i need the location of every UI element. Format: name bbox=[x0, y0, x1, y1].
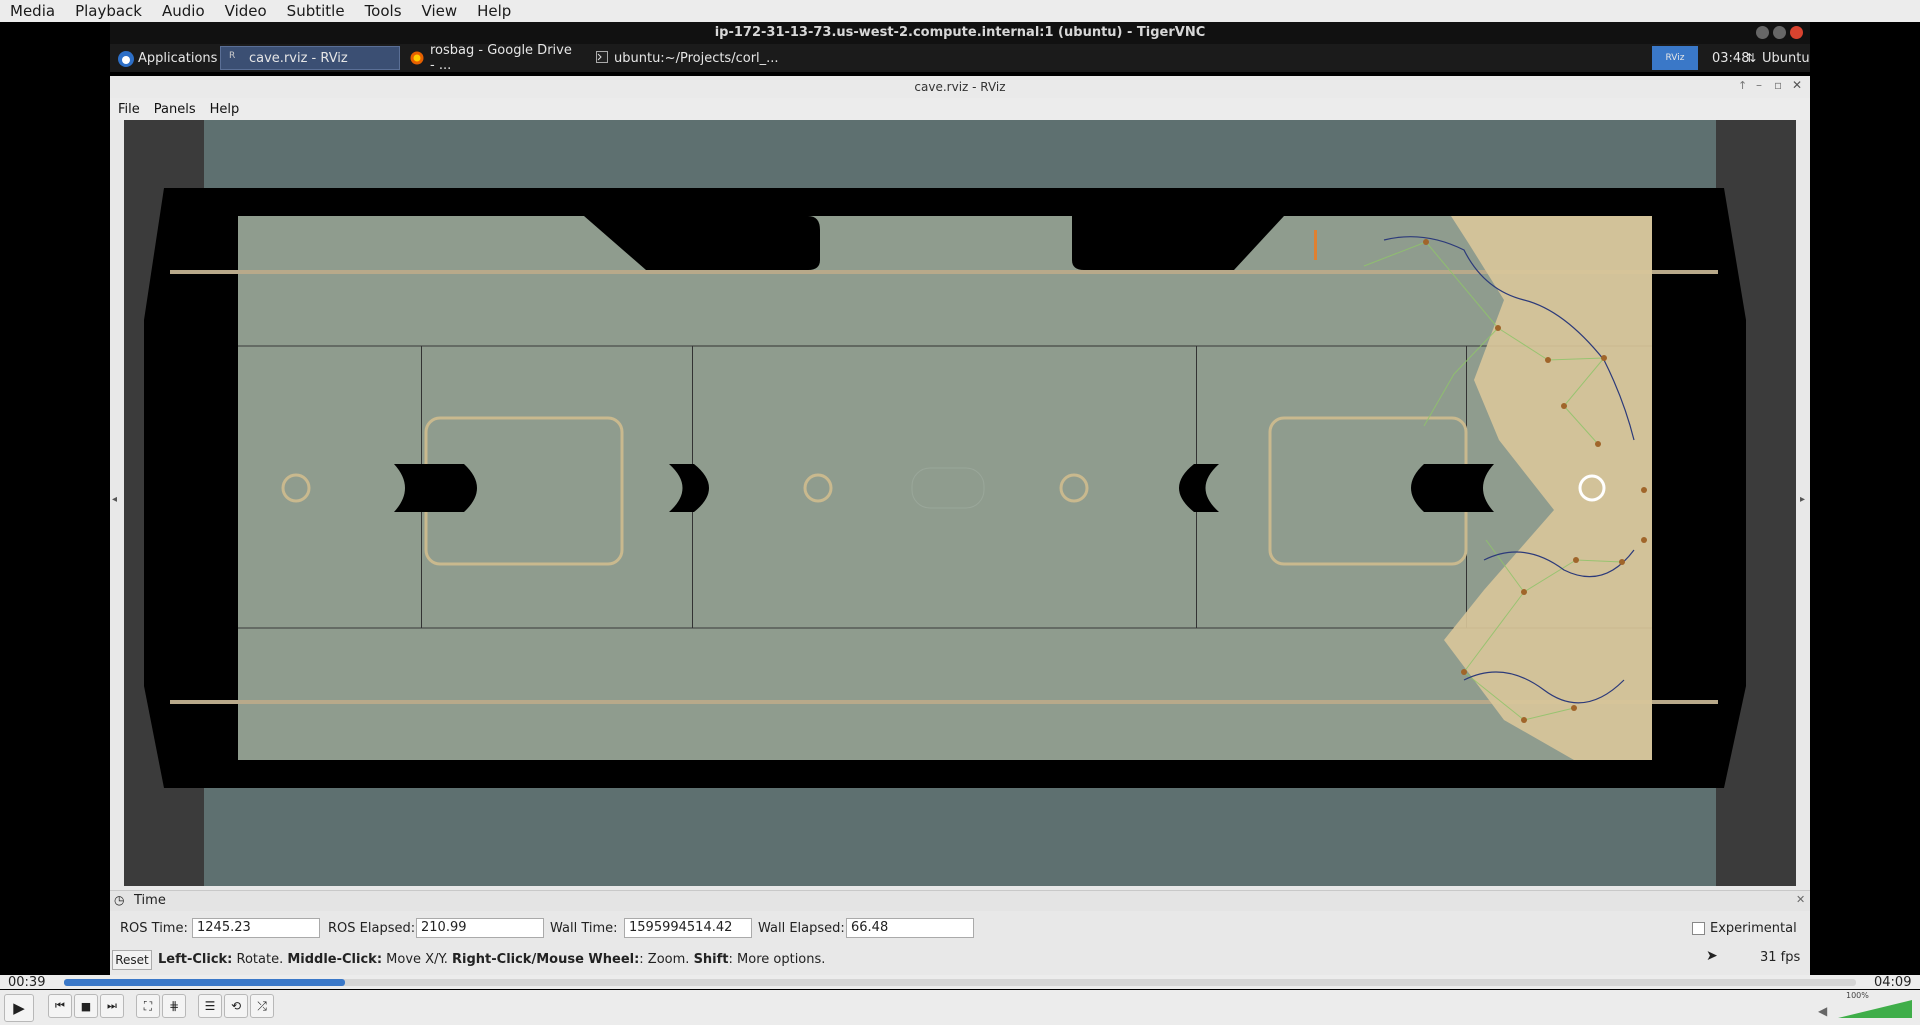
experimental-checkbox[interactable] bbox=[1692, 922, 1705, 935]
close-icon[interactable] bbox=[1790, 26, 1803, 39]
user-menu[interactable]: Ubuntu bbox=[1758, 46, 1814, 70]
taskbar-item-label: ubuntu:~/Projects/corl_... bbox=[614, 50, 779, 66]
status-bar: Reset Left-Click: Rotate. Middle-Click: … bbox=[110, 948, 1810, 972]
playlist-icon: ☰ bbox=[204, 999, 216, 1013]
rviz-menu-panels[interactable]: Panels bbox=[146, 102, 202, 117]
total-time: 04:09 bbox=[1874, 975, 1912, 990]
desktop-panel: Applications R cave.rviz - RViz rosbag -… bbox=[110, 43, 1810, 73]
shuffle-icon: ⤮ bbox=[257, 998, 267, 1013]
fps-readout: 31 fps bbox=[1760, 950, 1801, 965]
rviz-titlebar: cave.rviz - RViz ↑ – ▫ ✕ bbox=[110, 76, 1810, 99]
vlc-menu-help[interactable]: Help bbox=[467, 2, 521, 20]
render-viewport[interactable] bbox=[124, 120, 1796, 886]
mouse-cursor-icon: ➤ bbox=[1706, 948, 1718, 964]
rviz-menu-bar: File Panels Help bbox=[110, 98, 1810, 120]
volume-wedge bbox=[1838, 1000, 1912, 1018]
seek-bar[interactable] bbox=[64, 979, 1856, 986]
shuffle-button[interactable]: ⤮ bbox=[250, 994, 274, 1018]
rviz-menu-file[interactable]: File bbox=[110, 102, 146, 117]
close-icon[interactable]: ✕ bbox=[1792, 78, 1802, 92]
clock[interactable]: 03:48 bbox=[1704, 46, 1750, 70]
terminal-icon bbox=[596, 51, 608, 65]
navigation-hint: Left-Click: Rotate. Middle-Click: Move X… bbox=[158, 952, 826, 967]
wall-time-field[interactable]: 1595994514.42 bbox=[624, 918, 752, 938]
ros-time-label: ROS Time: bbox=[120, 921, 188, 936]
fullscreen-icon: ⛶ bbox=[143, 998, 153, 1013]
rviz-tray-badge[interactable]: RViz bbox=[1652, 46, 1698, 70]
vnc-titlebar: ip-172-31-13-73.us-west-2.compute.intern… bbox=[110, 22, 1810, 44]
xfce-logo-icon bbox=[118, 51, 134, 67]
applications-menu[interactable]: Applications bbox=[110, 46, 220, 70]
clock-icon: ◷ bbox=[114, 893, 125, 907]
time-fields-row: ROS Time: 1245.23 ROS Elapsed: 210.99 Wa… bbox=[110, 914, 1810, 942]
right-dock-arrow-icon[interactable]: ▸ bbox=[1800, 494, 1805, 505]
vlc-menu-bar: Media Playback Audio Video Subtitle Tool… bbox=[0, 0, 1920, 23]
previous-button[interactable]: ⏮ bbox=[48, 994, 72, 1018]
volume-label: 100% bbox=[1846, 991, 1869, 1000]
vlc-seek-area: 00:39 04:09 bbox=[0, 975, 1920, 990]
taskbar-item-terminal[interactable]: ubuntu:~/Projects/corl_... bbox=[588, 46, 779, 70]
taskbar-item-firefox[interactable]: rosbag - Google Drive - ... bbox=[402, 43, 587, 73]
current-time: 00:39 bbox=[8, 975, 46, 990]
ros-elapsed-label: ROS Elapsed: bbox=[328, 921, 416, 936]
minimize-icon[interactable] bbox=[1756, 26, 1769, 39]
rviz-icon: R bbox=[229, 51, 236, 61]
wall-elapsed-field[interactable]: 66.48 bbox=[846, 918, 974, 938]
vnc-window-title: ip-172-31-13-73.us-west-2.compute.intern… bbox=[714, 25, 1206, 40]
rviz-window-title: cave.rviz - RViz bbox=[914, 80, 1006, 94]
time-panel-title: Time bbox=[134, 893, 166, 908]
vlc-menu-media[interactable]: Media bbox=[0, 2, 65, 20]
maximize-icon[interactable] bbox=[1773, 26, 1786, 39]
vlc-menu-playback[interactable]: Playback bbox=[65, 2, 152, 20]
maximize-icon[interactable]: ▫ bbox=[1774, 78, 1782, 92]
loop-button[interactable]: ⟲ bbox=[224, 994, 248, 1018]
next-icon: ⏭ bbox=[107, 999, 117, 1012]
minimize-icon[interactable]: – bbox=[1756, 78, 1762, 92]
stop-icon: ■ bbox=[80, 999, 92, 1013]
user-name: Ubuntu bbox=[1762, 50, 1810, 66]
vlc-control-bar: ▶ ⏮ ■ ⏭ ⛶ ⋕ ☰ ⟲ ⤮ ◀ 100% bbox=[0, 990, 1920, 1025]
taskbar-item-rviz[interactable]: R cave.rviz - RViz bbox=[220, 46, 400, 70]
previous-icon: ⏮ bbox=[55, 999, 65, 1012]
play-button[interactable]: ▶ bbox=[4, 994, 34, 1022]
fullscreen-button[interactable]: ⛶ bbox=[136, 994, 160, 1018]
vlc-menu-tools[interactable]: Tools bbox=[355, 2, 412, 20]
left-dock-arrow-icon[interactable]: ◂ bbox=[112, 494, 117, 505]
reset-button[interactable]: Reset bbox=[112, 950, 152, 970]
taskbar-item-label: rosbag - Google Drive - ... bbox=[430, 43, 572, 73]
time-panel-header: ◷ Time ✕ bbox=[110, 890, 1810, 911]
pin-icon[interactable]: ↑ bbox=[1738, 79, 1747, 92]
seek-bar-fill bbox=[64, 979, 346, 986]
scene-render bbox=[124, 120, 1796, 886]
applications-label: Applications bbox=[138, 50, 218, 66]
clock-time: 03:48 bbox=[1712, 50, 1750, 66]
volume-slider[interactable] bbox=[1838, 1000, 1912, 1018]
firefox-icon bbox=[410, 51, 424, 65]
network-icon[interactable]: ⇅ bbox=[1746, 51, 1756, 65]
wall-elapsed-label: Wall Elapsed: bbox=[758, 921, 845, 936]
taskbar-item-label: cave.rviz - RViz bbox=[249, 50, 348, 66]
loop-icon: ⟲ bbox=[230, 999, 242, 1013]
equalizer-icon: ⋕ bbox=[168, 999, 180, 1013]
vlc-menu-subtitle[interactable]: Subtitle bbox=[277, 2, 355, 20]
speaker-icon[interactable]: ◀ bbox=[1818, 1004, 1827, 1018]
playlist-button[interactable]: ☰ bbox=[198, 994, 222, 1018]
vlc-menu-audio[interactable]: Audio bbox=[152, 2, 215, 20]
wall-time-label: Wall Time: bbox=[550, 921, 618, 936]
ros-time-field[interactable]: 1245.23 bbox=[192, 918, 320, 938]
extended-settings-button[interactable]: ⋕ bbox=[162, 994, 186, 1018]
experimental-label: Experimental bbox=[1710, 921, 1797, 936]
rviz-menu-help[interactable]: Help bbox=[202, 102, 246, 117]
vlc-menu-view[interactable]: View bbox=[412, 2, 468, 20]
close-icon[interactable]: ✕ bbox=[1796, 893, 1805, 906]
play-icon: ▶ bbox=[13, 999, 25, 1017]
vlc-menu-video[interactable]: Video bbox=[215, 2, 277, 20]
ros-elapsed-field[interactable]: 210.99 bbox=[416, 918, 544, 938]
stop-button[interactable]: ■ bbox=[74, 994, 98, 1018]
next-button[interactable]: ⏭ bbox=[100, 994, 124, 1018]
